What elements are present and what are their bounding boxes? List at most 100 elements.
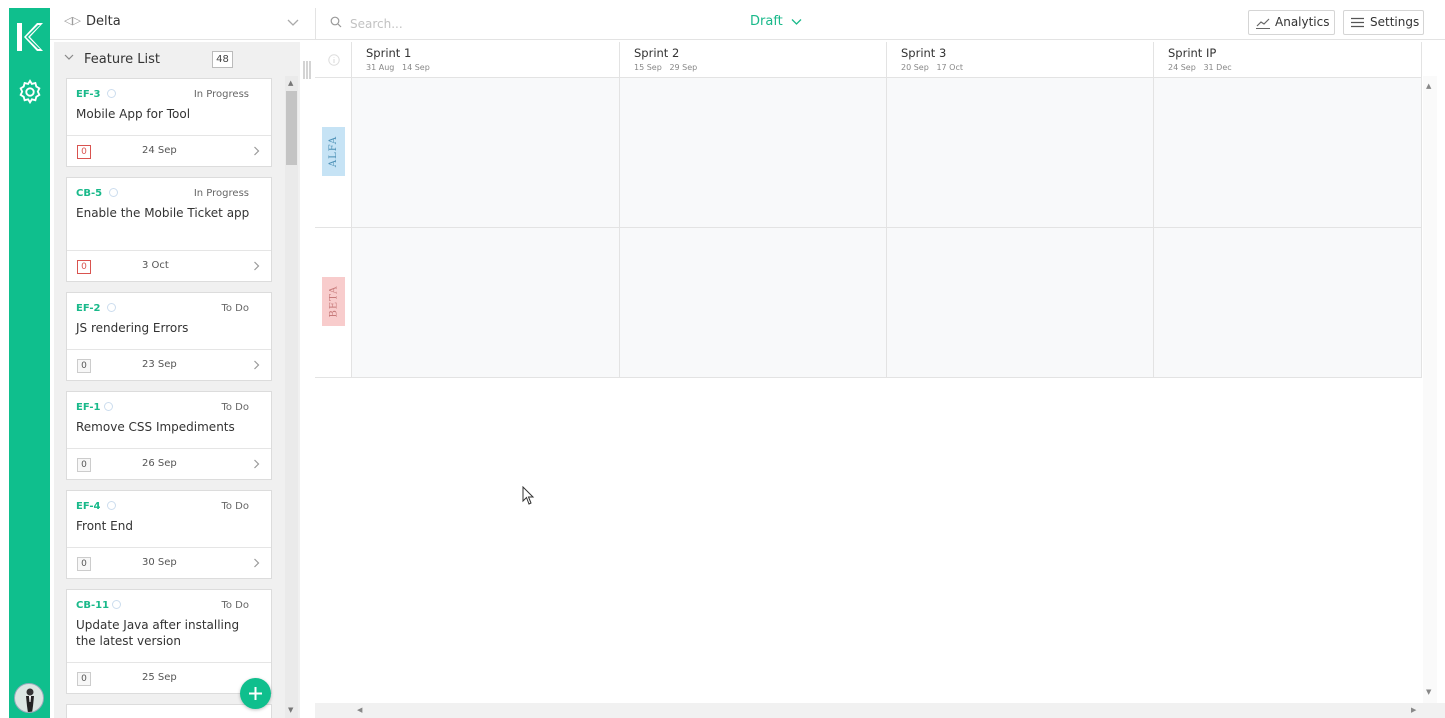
feature-card-list: EF-3 In Progress Mobile App for Tool 0 2…	[66, 78, 272, 718]
feature-card[interactable]	[66, 704, 272, 718]
feature-title: JS rendering Errors	[76, 321, 189, 335]
feature-status: To Do	[221, 402, 249, 413]
sprint-dates: 31 Aug 14 Sep	[366, 63, 430, 72]
chevron-right-icon[interactable]	[253, 146, 260, 156]
feature-key[interactable]: EF-1	[76, 402, 100, 413]
sprint-dates: 15 Sep 29 Sep	[634, 63, 697, 72]
sprint-name: Sprint 1	[366, 46, 412, 60]
app-logo-icon[interactable]	[12, 20, 46, 54]
feature-status: To Do	[221, 600, 249, 611]
user-avatar[interactable]	[14, 683, 44, 713]
feature-card[interactable]: EF-4 To Do Front End 0 30 Sep	[66, 490, 272, 579]
board-cell[interactable]	[1154, 228, 1422, 378]
feature-key[interactable]: CB-11	[76, 600, 109, 611]
feature-card[interactable]: EF-2 To Do JS rendering Errors 0 23 Sep	[66, 292, 272, 381]
sprint-end-date: 17 Oct	[936, 63, 964, 72]
search-icon	[330, 16, 342, 28]
sprint-header-3[interactable]: Sprint 3 20 Sep 17 Oct	[887, 42, 1154, 78]
sprint-name: Sprint IP	[1168, 46, 1217, 60]
sprint-header-2[interactable]: Sprint 2 15 Sep 29 Sep	[620, 42, 887, 78]
feature-card[interactable]: EF-1 To Do Remove CSS Impediments 0 26 S…	[66, 391, 272, 480]
board-cell[interactable]	[887, 78, 1154, 228]
sprint-name: Sprint 3	[901, 46, 947, 60]
board-info-cell	[315, 42, 352, 78]
feature-key[interactable]: CB-5	[76, 188, 102, 199]
board-cell[interactable]	[620, 78, 887, 228]
story-count-badge: 0	[77, 260, 91, 274]
add-feature-button[interactable]	[240, 678, 271, 709]
gear-icon[interactable]	[16, 78, 44, 106]
collapse-chevron-icon[interactable]	[64, 54, 74, 61]
hamburger-menu-icon	[1351, 17, 1364, 28]
scroll-up-arrow-icon[interactable]: ▲	[288, 79, 293, 87]
analytics-button[interactable]: Analytics	[1248, 10, 1335, 35]
feature-date: 3 Oct	[142, 260, 169, 271]
feature-list-scrollbar[interactable]: ▲ ▼	[285, 76, 298, 718]
team-tag-alfa[interactable]: ALFA	[322, 127, 345, 176]
scroll-left-arrow-icon[interactable]: ◀	[357, 706, 362, 714]
feature-status: In Progress	[193, 89, 249, 100]
feature-list-panel: Feature List 48 EF-3 In Progress Mobile …	[54, 42, 300, 718]
mode-dropdown[interactable]: Draft	[750, 14, 802, 29]
story-count-badge: 0	[77, 672, 91, 686]
sync-icon	[104, 402, 113, 411]
story-count-badge: 0	[77, 359, 91, 373]
search-input[interactable]	[350, 14, 610, 34]
settings-button[interactable]: Settings	[1343, 10, 1424, 35]
chevron-right-icon[interactable]	[253, 459, 260, 469]
feature-key[interactable]: EF-3	[76, 89, 100, 100]
team-row-label-beta: BETA	[315, 228, 352, 378]
feature-card[interactable]: EF-3 In Progress Mobile App for Tool 0 2…	[66, 78, 272, 167]
sprint-dates: 20 Sep 17 Oct	[901, 63, 963, 72]
chevron-right-icon[interactable]	[253, 261, 260, 271]
sprint-header-1[interactable]: Sprint 1 31 Aug 14 Sep	[352, 42, 620, 78]
left-nav-rail	[9, 8, 50, 718]
panel-resize-handle-icon[interactable]	[303, 60, 311, 80]
info-icon[interactable]	[328, 54, 340, 66]
feature-card[interactable]: CB-5 In Progress Enable the Mobile Ticke…	[66, 177, 272, 282]
analytics-label: Analytics	[1275, 15, 1330, 29]
feature-key[interactable]: EF-4	[76, 501, 100, 512]
sprint-end-date: 31 Dec	[1203, 63, 1232, 72]
team-name: BETA	[328, 285, 339, 318]
card-footer: 0 26 Sep	[67, 448, 271, 479]
sync-icon	[107, 303, 116, 312]
feature-list-header[interactable]: Feature List 48	[54, 42, 300, 76]
sync-icon	[109, 188, 118, 197]
feature-card[interactable]: CB-11 To Do Update Java after installing…	[66, 589, 272, 694]
feature-key[interactable]: EF-2	[76, 303, 100, 314]
team-tag-beta[interactable]: BETA	[322, 277, 345, 326]
board-cell[interactable]	[1154, 78, 1422, 228]
sprint-start-date: 20 Sep	[901, 63, 929, 72]
settings-label: Settings	[1370, 15, 1420, 29]
scroll-up-arrow-icon[interactable]: ▲	[1426, 82, 1431, 90]
drag-handle-icon: ◁▷	[64, 14, 81, 27]
board-cell[interactable]	[887, 228, 1154, 378]
board-cell[interactable]	[620, 228, 887, 378]
board-vertical-scrollbar[interactable]: ▲ ▼	[1423, 76, 1437, 703]
story-count-badge: 0	[77, 145, 91, 159]
feature-count-badge: 48	[212, 51, 233, 68]
board-cell[interactable]	[352, 78, 620, 228]
scroll-right-arrow-icon[interactable]: ▶	[1411, 706, 1416, 714]
sprint-start-date: 31 Aug	[366, 63, 395, 72]
feature-date: 26 Sep	[142, 458, 177, 469]
chevron-down-icon	[287, 19, 299, 26]
feature-date: 23 Sep	[142, 359, 177, 370]
feature-list-title: Feature List	[84, 52, 160, 67]
search-box	[330, 14, 630, 34]
chevron-right-icon[interactable]	[253, 360, 260, 370]
chevron-right-icon[interactable]	[253, 558, 260, 568]
scrollbar-corner	[1422, 703, 1445, 718]
sync-icon	[107, 89, 116, 98]
sprint-header-4[interactable]: Sprint IP 24 Sep 31 Dec	[1154, 42, 1422, 78]
mode-label: Draft	[750, 14, 783, 29]
scroll-down-arrow-icon[interactable]: ▼	[288, 706, 293, 714]
scroll-down-arrow-icon[interactable]: ▼	[1426, 688, 1431, 696]
scrollbar-thumb[interactable]	[286, 91, 297, 165]
board-selector[interactable]: ◁▷ Delta	[50, 8, 316, 39]
board-cell[interactable]	[352, 228, 620, 378]
feature-title: Mobile App for Tool	[76, 107, 191, 121]
sprint-start-date: 15 Sep	[634, 63, 662, 72]
board-horizontal-scrollbar[interactable]: ◀ ▶	[315, 703, 1422, 718]
